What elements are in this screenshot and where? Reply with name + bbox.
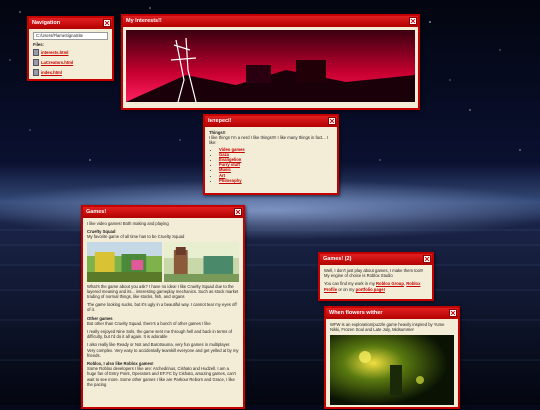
games2-paragraph-2: You can find my work in my Roblox Group,… — [324, 281, 421, 292]
file-icon — [33, 59, 39, 67]
flowers-titlebar[interactable]: When flowers wither — [326, 308, 458, 319]
games-intro: I like video games! Both making and play… — [87, 221, 169, 226]
cruelty-squad-text: My favorite game of all time has to be C… — [87, 234, 185, 240]
path-field[interactable]: C:/Users/FlameSignaSite — [33, 32, 108, 40]
flowers-window: When flowers wither WFW is an exploratio… — [324, 306, 460, 409]
interests-title: My Interests!! — [126, 18, 162, 24]
other-games-paragraph-3: I also really like Ready or Not and Baro… — [87, 342, 239, 358]
things-window: Інтересі! Things!! I like things I'm a n… — [203, 114, 339, 195]
close-icon[interactable] — [234, 208, 242, 216]
navigation-titlebar[interactable]: Navigation — [29, 18, 112, 29]
other-games-paragraph-2: I really enjoyed Nine Sols, the game sen… — [87, 329, 233, 340]
file-icon — [33, 49, 39, 57]
games2-title: Games! (2) — [323, 256, 352, 262]
roblox-text: Some Roblox developers I like are: Arche… — [87, 366, 236, 387]
file-link-index[interactable]: index.html — [33, 69, 108, 77]
list-item[interactable]: Philosophy — [219, 178, 242, 183]
games-titlebar[interactable]: Games! — [83, 207, 243, 218]
games-window: Games! I like video games! Both making a… — [81, 205, 245, 409]
interests-banner-image — [126, 30, 415, 103]
portfolio-link[interactable]: portfolio page! — [356, 287, 385, 292]
games2-paragraph-1: Well, I don't just play about games, I m… — [324, 268, 424, 279]
cruelty-squad-paragraph-2: What's the game about you ask? I have no… — [87, 283, 239, 300]
things-intro: I like things I'm a nerd I like things!!… — [209, 135, 329, 146]
flowers-screenshot — [330, 335, 454, 406]
things-titlebar[interactable]: Інтересі! — [205, 116, 337, 127]
files-label: Files: — [33, 42, 44, 47]
cruelty-squad-paragraph-3: The game looking sucks, but it's ugly in… — [87, 302, 237, 313]
flowers-title: When flowers wither — [329, 310, 383, 316]
cruelty-squad-screenshots — [87, 241, 239, 282]
games-title: Games! — [86, 209, 107, 215]
other-games-text: But other than Cruelty Squad, there's a … — [87, 320, 211, 326]
close-icon[interactable] — [328, 117, 336, 125]
close-icon[interactable] — [449, 309, 457, 317]
navigation-window: Navigation C:/Users/FlameSignaSite Files… — [27, 16, 114, 81]
close-icon[interactable] — [423, 255, 431, 263]
file-link-lacreators[interactable]: LaCreators.html — [33, 59, 108, 67]
navigation-title: Navigation — [32, 20, 61, 26]
interests-window: My Interests!! — [121, 14, 420, 110]
file-link-interests[interactable]: interests.html — [33, 49, 108, 57]
interests-titlebar[interactable]: My Interests!! — [123, 16, 418, 27]
file-icon — [33, 69, 39, 77]
things-title: Інтересі! — [208, 118, 232, 124]
close-icon[interactable] — [409, 17, 417, 25]
close-icon[interactable] — [103, 19, 111, 27]
games2-titlebar[interactable]: Games! (2) — [320, 254, 432, 265]
things-list: Video games Gaza Evangelion Furry stuff … — [209, 147, 333, 183]
games2-window: Games! (2) Well, I don't just play about… — [318, 252, 434, 301]
flowers-text: WFW is an exploration/puzzle game heavil… — [330, 322, 445, 333]
